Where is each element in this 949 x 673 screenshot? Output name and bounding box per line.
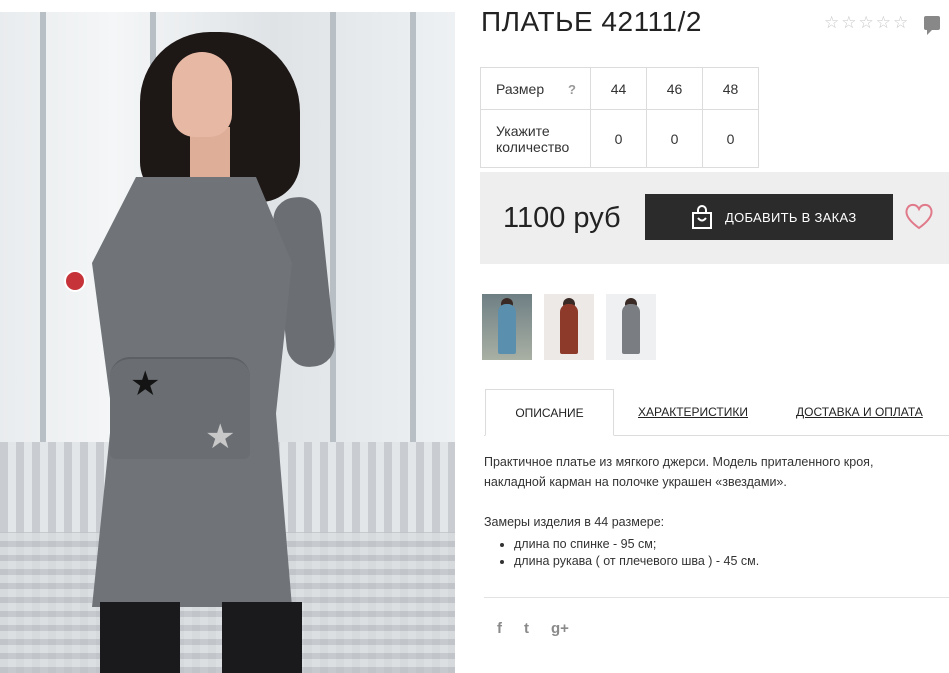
model-legs bbox=[100, 602, 180, 673]
list-item: длина по спинке - 95 см; bbox=[514, 536, 759, 553]
divider bbox=[484, 597, 949, 598]
window-frame bbox=[410, 12, 416, 442]
quantity-label: Укажите количество bbox=[480, 109, 591, 168]
google-plus-icon[interactable]: g+ bbox=[551, 620, 569, 637]
measurements-list: длина по спинке - 95 см; длина рукава ( … bbox=[484, 536, 759, 570]
star-decoration: ★ bbox=[130, 365, 161, 403]
model-face bbox=[172, 52, 232, 137]
heart-icon[interactable] bbox=[904, 202, 934, 230]
comment-icon[interactable] bbox=[924, 16, 940, 35]
tab-delivery[interactable]: ДОСТАВКА И ОПЛАТА bbox=[796, 389, 923, 434]
size-48: 48 bbox=[702, 67, 759, 110]
tab-characteristics[interactable]: ХАРАКТЕРИСТИКИ bbox=[638, 389, 748, 434]
quantity-label-line2: количество bbox=[496, 138, 570, 155]
price: 1100 руб bbox=[503, 202, 621, 234]
star-icon[interactable]: ☆ bbox=[841, 14, 856, 32]
add-to-order-button[interactable]: ДОБАВИТЬ В ЗАКАЗ bbox=[645, 194, 893, 240]
thumbnail-red-dress[interactable] bbox=[544, 294, 594, 360]
social-links: f t g+ bbox=[497, 620, 569, 637]
size-table: Размер ? 44 46 48 Укажите количество 0 0… bbox=[480, 67, 759, 168]
thumbnail-dress bbox=[560, 304, 578, 354]
purchase-panel: 1100 руб ДОБАВИТЬ В ЗАКАЗ bbox=[480, 172, 949, 264]
shopping-bag-icon bbox=[692, 205, 712, 229]
star-icon[interactable]: ☆ bbox=[876, 14, 891, 32]
thumbnail-strip bbox=[482, 294, 656, 360]
model-legs bbox=[222, 602, 302, 673]
thumbnail-dress bbox=[498, 304, 516, 354]
star-icon[interactable]: ☆ bbox=[824, 14, 839, 32]
facebook-icon[interactable]: f bbox=[497, 620, 502, 637]
thumbnail-dress bbox=[622, 304, 640, 354]
quantity-input-44[interactable]: 0 bbox=[590, 109, 647, 168]
stop-sign bbox=[64, 270, 86, 292]
add-to-order-label: ДОБАВИТЬ В ЗАКАЗ bbox=[725, 209, 857, 225]
size-label-cell: Размер ? bbox=[480, 67, 591, 110]
product-description: Практичное платье из мягкого джерси. Мод… bbox=[484, 455, 874, 489]
rating-stars[interactable]: ☆ ☆ ☆ ☆ ☆ bbox=[824, 14, 908, 32]
star-icon[interactable]: ☆ bbox=[859, 14, 874, 32]
size-44: 44 bbox=[590, 67, 647, 110]
quantity-label-line1: Укажите bbox=[496, 122, 550, 139]
measurements-title: Замеры изделия в 44 размере: bbox=[484, 515, 665, 529]
star-icon[interactable]: ☆ bbox=[893, 14, 908, 32]
thumbnail-blue-dress[interactable] bbox=[482, 294, 532, 360]
quantity-input-48[interactable]: 0 bbox=[702, 109, 759, 168]
product-title: ПЛАТЬЕ 42111/2 bbox=[481, 6, 702, 37]
product-tabs: ОПИСАНИЕ ХАРАКТЕРИСТИКИ ДОСТАВКА И ОПЛАТ… bbox=[484, 389, 949, 436]
window-frame bbox=[40, 12, 46, 442]
twitter-icon[interactable]: t bbox=[524, 620, 529, 637]
product-main-photo[interactable]: ★ ★ bbox=[0, 12, 455, 673]
size-label: Размер bbox=[496, 80, 545, 97]
tab-description[interactable]: ОПИСАНИЕ bbox=[485, 389, 614, 436]
quantity-input-46[interactable]: 0 bbox=[646, 109, 703, 168]
list-item: длина рукава ( от плечевого шва ) - 45 с… bbox=[514, 553, 759, 570]
window-frame bbox=[330, 12, 336, 442]
size-46: 46 bbox=[646, 67, 703, 110]
size-help-icon[interactable]: ? bbox=[568, 82, 576, 97]
thumbnail-grey-dress[interactable] bbox=[606, 294, 656, 360]
star-decoration: ★ bbox=[205, 418, 236, 456]
